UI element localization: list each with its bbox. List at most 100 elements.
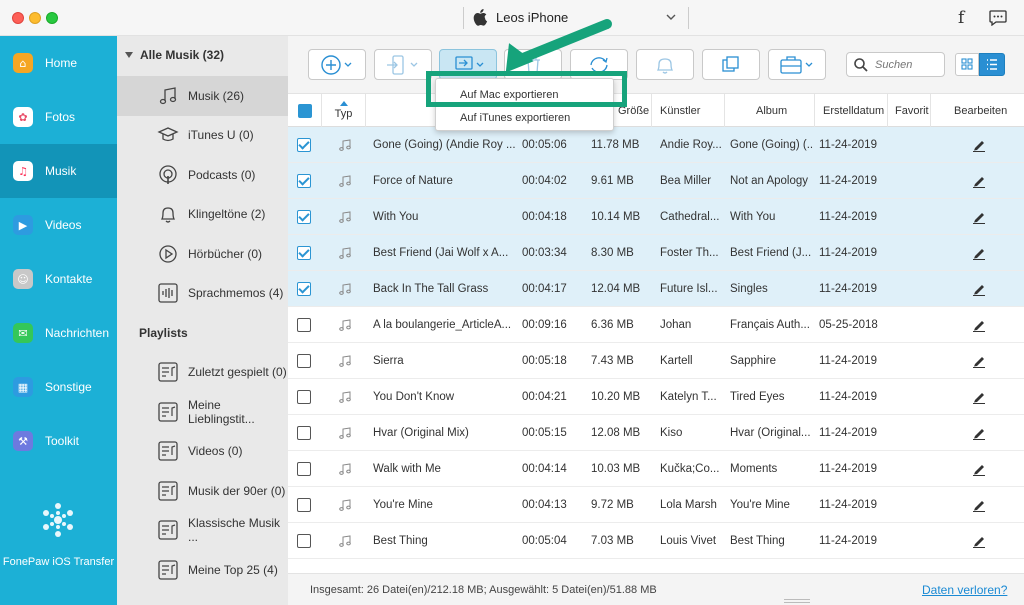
toolbox-button[interactable] — [768, 49, 826, 80]
song-duration: 00:05:18 — [522, 355, 567, 367]
row-checkbox[interactable] — [297, 138, 311, 152]
ringtone-maker-button[interactable] — [636, 49, 694, 80]
row-checkbox[interactable] — [297, 354, 311, 368]
edit-icon[interactable] — [972, 462, 986, 476]
column-favorite[interactable]: Favorit — [888, 94, 931, 127]
sidebar-item-other[interactable]: ▦ Sonstige — [0, 360, 117, 414]
sidebar-item-photos[interactable]: ✿ Fotos — [0, 90, 117, 144]
playlist-item[interactable]: Klassische Musik ... — [117, 510, 288, 550]
row-checkbox[interactable] — [297, 498, 311, 512]
list-view-button[interactable] — [979, 53, 1005, 76]
song-size: 12.04 MB — [591, 283, 641, 295]
chevron-down-icon[interactable] — [665, 11, 677, 23]
feedback-icon[interactable] — [989, 10, 1007, 26]
close-window-button[interactable] — [12, 12, 24, 24]
category-item-audiobooks[interactable]: Hörbücher (0) — [117, 234, 288, 274]
column-artist[interactable]: Künstler — [652, 94, 725, 127]
table-row[interactable]: You're Mine 00:04:13 9.72 MB Lola Marsh … — [288, 487, 1024, 523]
table-row[interactable]: Gone (Going) (Andie Roy ... 00:05:06 11.… — [288, 127, 1024, 163]
select-all-cell[interactable] — [288, 94, 322, 127]
song-date: 11-24-2019 — [819, 139, 877, 151]
edit-icon[interactable] — [972, 174, 986, 188]
minimize-window-button[interactable] — [29, 12, 41, 24]
row-checkbox[interactable] — [297, 282, 311, 296]
sidebar-item-toolkit[interactable]: ⚒ Toolkit — [0, 414, 117, 468]
column-label: Erstelldatum — [823, 104, 885, 117]
song-size: 7.03 MB — [591, 535, 634, 547]
category-item-podcasts[interactable]: Podcasts (0) — [117, 155, 288, 195]
column-album[interactable]: Album — [725, 94, 815, 127]
table-row[interactable]: Best Thing 00:05:04 7.03 MB Louis Vivet … — [288, 523, 1024, 559]
table-row[interactable]: Sierra 00:05:18 7.43 MB Kartell Sapphire… — [288, 343, 1024, 379]
playlist-item[interactable]: Musik der 90er (0) — [117, 471, 288, 511]
grid-view-button[interactable] — [955, 53, 979, 76]
row-checkbox[interactable] — [297, 534, 311, 548]
row-checkbox[interactable] — [297, 462, 311, 476]
music-note-icon — [339, 319, 351, 331]
playlist-item[interactable]: Zuletzt gespielt (0) — [117, 352, 288, 392]
search-field[interactable] — [846, 52, 945, 77]
edit-icon[interactable] — [972, 210, 986, 224]
edit-icon[interactable] — [972, 498, 986, 512]
table-row[interactable]: Walk with Me 00:04:14 10.03 MB Kučka;Co.… — [288, 451, 1024, 487]
playlist-item[interactable]: Videos (0) — [117, 431, 288, 471]
edit-icon[interactable] — [972, 318, 986, 332]
edit-icon[interactable] — [972, 354, 986, 368]
sidebar-item-label: Musik — [45, 164, 77, 178]
row-checkbox[interactable] — [297, 246, 311, 260]
edit-icon[interactable] — [972, 282, 986, 296]
edit-icon[interactable] — [972, 246, 986, 260]
menu-item-export-to-itunes[interactable]: Auf iTunes exportieren — [436, 107, 615, 129]
row-checkbox[interactable] — [297, 174, 311, 188]
sidebar-item-music[interactable]: ♫ Musik — [0, 144, 117, 198]
table-row[interactable]: Force of Nature 00:04:02 9.61 MB Bea Mil… — [288, 163, 1024, 199]
other-icon: ▦ — [13, 377, 33, 397]
table-row[interactable]: Best Friend (Jai Wolf x A... 00:03:34 8.… — [288, 235, 1024, 271]
sidebar-item-contacts[interactable]: ☺ Kontakte — [0, 252, 117, 306]
edit-icon[interactable] — [972, 390, 986, 404]
column-date[interactable]: Erstelldatum — [815, 94, 888, 127]
all-music-header[interactable]: Alle Musik (32) — [125, 48, 224, 62]
resize-handle[interactable] — [784, 599, 810, 603]
facebook-icon[interactable]: f — [958, 8, 964, 28]
sidebar-item-label: Toolkit — [45, 434, 80, 448]
song-album: Best Friend (J... — [730, 247, 812, 259]
search-input[interactable] — [875, 56, 941, 74]
category-item-music[interactable]: Musik (26) — [117, 76, 288, 116]
sidebar-item-messages[interactable]: ✉ Nachrichten — [0, 306, 117, 360]
row-checkbox[interactable] — [297, 318, 311, 332]
add-button[interactable] — [308, 49, 366, 80]
category-item-itunes-u[interactable]: iTunes U (0) — [117, 115, 288, 155]
table-row[interactable]: Hvar (Original Mix) 00:05:15 12.08 MB Ki… — [288, 415, 1024, 451]
edit-icon[interactable] — [972, 426, 986, 440]
song-duration: 00:09:16 — [522, 319, 567, 331]
row-checkbox[interactable] — [297, 426, 311, 440]
sidebar-item-videos[interactable]: ▶ Videos — [0, 198, 117, 252]
song-name: You Don't Know — [373, 391, 455, 403]
category-item-ringtones[interactable]: Klingeltöne (2) — [117, 194, 288, 234]
select-all-checkbox[interactable] — [298, 104, 312, 118]
playlist-item[interactable]: Meine Top 25 (4) — [117, 550, 288, 590]
table-row[interactable]: You Don't Know 00:04:21 10.20 MB Katelyn… — [288, 379, 1024, 415]
zoom-window-button[interactable] — [46, 12, 58, 24]
row-checkbox[interactable] — [297, 210, 311, 224]
deduplicate-button[interactable] — [702, 49, 760, 80]
song-duration: 00:04:13 — [522, 499, 567, 511]
table-row[interactable]: Back In The Tall Grass 00:04:17 12.04 MB… — [288, 271, 1024, 307]
column-edit[interactable]: Bearbeiten — [931, 94, 1024, 127]
playlist-item[interactable]: Meine Lieblingstit... — [117, 392, 288, 432]
category-item-label: Hörbücher (0) — [188, 247, 263, 261]
category-item-voice-memos[interactable]: Sprachmemos (4) — [117, 273, 288, 313]
data-recovery-link[interactable]: Daten verloren? — [922, 583, 1007, 597]
row-checkbox[interactable] — [297, 390, 311, 404]
column-type[interactable]: Typ — [322, 94, 366, 127]
table-row[interactable]: A la boulangerie_ArticleA... 00:09:16 6.… — [288, 307, 1024, 343]
edit-icon[interactable] — [972, 138, 986, 152]
sidebar-item-home[interactable]: ⌂ Home — [0, 36, 117, 90]
playlist-icon — [158, 402, 178, 422]
toolkit-icon: ⚒ — [13, 431, 33, 451]
import-from-device-button[interactable] — [374, 49, 432, 80]
table-row[interactable]: With You 00:04:18 10.14 MB Cathedral... … — [288, 199, 1024, 235]
edit-icon[interactable] — [972, 534, 986, 548]
song-size: 9.72 MB — [591, 499, 634, 511]
